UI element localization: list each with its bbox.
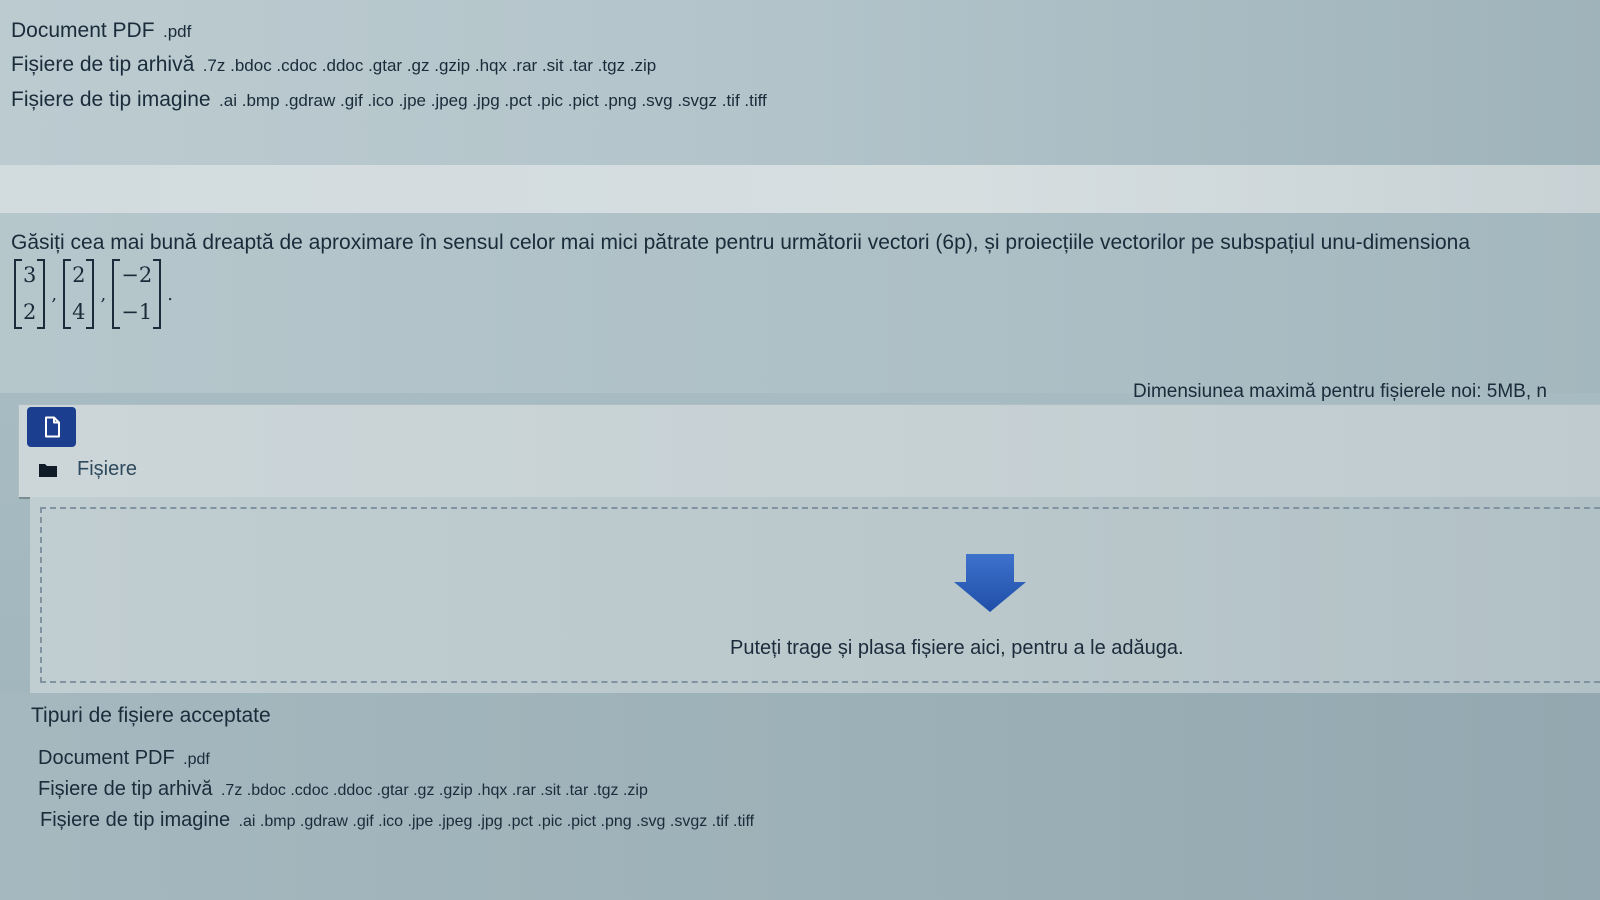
file-type-extensions: .pdf	[183, 751, 210, 768]
vector-list: 3 2 , 2 4 , −2 −1 .	[14, 257, 179, 331]
file-type-extensions: .7z .bdoc .cdoc .ddoc .gtar .gz .gzip .h…	[220, 782, 648, 799]
question-panel: Găsiți cea mai bună dreaptă de aproximar…	[0, 213, 1600, 393]
file-manager: Fișiere	[18, 404, 1600, 499]
folder-path[interactable]: Fișiere	[39, 458, 137, 481]
question-text: Găsiți cea mai bună dreaptă de aproximar…	[11, 231, 1471, 254]
top-file-types-list: Document PDF .pdf Fișiere de tip arhivă …	[0, 0, 1600, 165]
file-type-image: Fișiere de tip imagine .ai .bmp .gdraw .…	[11, 88, 767, 112]
file-type-label: Fișiere de tip arhivă	[11, 53, 195, 76]
drop-zone-instructions: Puteți trage și plasa fișiere aici, pent…	[730, 637, 1184, 659]
file-type-extensions: .pdf	[163, 22, 192, 41]
accepted-file-types: Tipuri de fișiere acceptate Document PDF…	[0, 693, 1600, 900]
file-type-label: Fișiere de tip arhivă	[38, 778, 213, 800]
file-type-archive: Fișiere de tip arhivă .7z .bdoc .cdoc .d…	[11, 53, 656, 77]
vector-entry: 4	[72, 300, 86, 324]
folder-icon	[39, 463, 57, 477]
file-type-archive: Fișiere de tip arhivă .7z .bdoc .cdoc .d…	[38, 778, 648, 801]
vector-3: −2 −1	[112, 257, 162, 331]
drop-zone[interactable]: Puteți trage și plasa fișiere aici, pent…	[30, 497, 1600, 693]
vector-entry: −1	[121, 300, 153, 324]
max-file-size-note: Dimensiunea maximă pentru fișierele noi:…	[1133, 381, 1547, 402]
file-type-pdf: Document PDF .pdf	[11, 19, 191, 43]
file-type-pdf: Document PDF .pdf	[38, 747, 210, 770]
file-icon	[44, 416, 60, 438]
vector-separator: ,	[100, 283, 107, 305]
file-type-image: Fișiere de tip imagine .ai .bmp .gdraw .…	[40, 809, 754, 832]
file-type-extensions: .ai .bmp .gdraw .gif .ico .jpe .jpeg .jp…	[219, 91, 767, 110]
file-type-label: Document PDF	[38, 747, 175, 769]
vector-terminator: .	[167, 283, 173, 305]
vector-entry: 2	[23, 300, 37, 324]
folder-label: Fișiere	[77, 458, 138, 480]
vector-entry: −2	[121, 263, 153, 287]
vector-2: 2 4	[63, 257, 95, 331]
add-file-button[interactable]	[27, 407, 76, 447]
vector-1: 3 2	[14, 257, 46, 331]
download-arrow-icon	[954, 554, 1026, 612]
section-divider	[0, 165, 1600, 213]
file-type-extensions: .7z .bdoc .cdoc .ddoc .gtar .gz .gzip .h…	[202, 56, 657, 75]
file-type-label: Fișiere de tip imagine	[40, 809, 231, 831]
vector-entry: 3	[23, 263, 37, 287]
accepted-types-heading: Tipuri de fișiere acceptate	[31, 704, 271, 727]
file-type-label: Document PDF	[11, 19, 155, 42]
vector-separator: ,	[51, 283, 58, 305]
file-type-extensions: .ai .bmp .gdraw .gif .ico .jpe .jpeg .jp…	[238, 813, 755, 830]
file-type-label: Fișiere de tip imagine	[11, 88, 211, 111]
vector-entry: 2	[72, 263, 86, 287]
